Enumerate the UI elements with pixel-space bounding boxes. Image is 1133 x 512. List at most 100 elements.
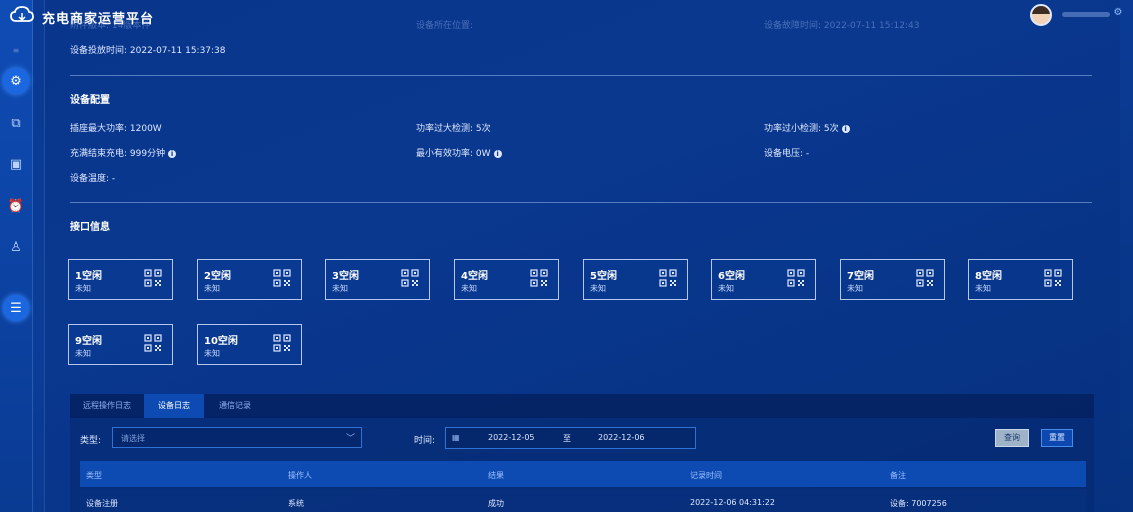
port-name: 2空闲 xyxy=(204,271,231,282)
port-card-5[interactable]: 5空闲未知 xyxy=(583,259,688,300)
config-min-power: 最小有效功率: 0W i xyxy=(416,146,502,159)
port-name: 9空闲 xyxy=(75,336,102,347)
port-status: 未知 xyxy=(204,284,220,293)
qr-code-icon[interactable] xyxy=(659,269,677,287)
port-status: 未知 xyxy=(975,284,991,293)
type-select[interactable]: 请选择 ﹀ xyxy=(112,427,362,448)
faded-location-text: 设备所在位置: xyxy=(416,21,474,31)
image-icon[interactable]: ▣ xyxy=(6,154,26,174)
config-max-power: 插座最大功率: 1200W xyxy=(70,124,162,134)
date-range-picker[interactable]: ▦ 2022-12-05 至 2022-12-06 xyxy=(445,427,696,449)
config-temperature: 设备温度: - xyxy=(70,174,116,184)
config-voltage: 设备电压: - xyxy=(764,149,810,159)
port-name: 1空闲 xyxy=(75,271,102,282)
query-button[interactable]: 查询 xyxy=(995,429,1029,447)
column-header-type: 类型 xyxy=(86,471,102,480)
port-status: 未知 xyxy=(204,349,220,358)
port-status: 未知 xyxy=(75,284,91,293)
menu-toggle-icon[interactable]: ☰ xyxy=(3,295,29,321)
date-separator: 至 xyxy=(563,434,571,443)
log-table-header: 类型 操作人 结果 记录时间 备注 xyxy=(80,461,1086,487)
column-header-operator: 操作人 xyxy=(288,471,312,480)
port-card-8[interactable]: 8空闲未知 xyxy=(968,259,1073,300)
sidebar: ≡ ⚙ ⧉ ▣ ⏰ ♙ ☰ xyxy=(0,0,33,512)
qr-code-icon[interactable] xyxy=(144,269,162,287)
port-name: 8空闲 xyxy=(975,271,1002,282)
column-header-result: 结果 xyxy=(488,471,504,480)
qr-code-icon[interactable] xyxy=(273,269,291,287)
bind-time: 设备投放时间: 2022-07-11 15:37:38 xyxy=(70,43,226,56)
qr-code-icon[interactable] xyxy=(916,269,934,287)
port-status: 未知 xyxy=(332,284,348,293)
qr-code-icon[interactable] xyxy=(787,269,805,287)
port-card-1[interactable]: 1空闲未知 xyxy=(68,259,173,300)
type-select-placeholder: 请选择 xyxy=(121,434,145,443)
port-status: 未知 xyxy=(461,284,477,293)
chevron-down-icon: ﹀ xyxy=(345,434,355,444)
column-header-time: 记录时间 xyxy=(690,471,722,480)
port-name: 3空闲 xyxy=(332,271,359,282)
faded-fault-time-text: 设备故障时间: 2022-07-11 15:12:43 xyxy=(764,21,920,31)
divider-top xyxy=(70,75,1092,76)
bind-time-label: 设备投放时间: xyxy=(70,46,128,56)
config-over-power-text: 功率过大检测: 5次 xyxy=(416,124,491,134)
column-header-remark: 备注 xyxy=(890,471,906,480)
qr-code-icon[interactable] xyxy=(1044,269,1062,287)
port-name: 7空闲 xyxy=(847,271,874,282)
info-tip-icon[interactable]: i xyxy=(168,149,177,158)
config-section-title: 设备配置 xyxy=(70,95,110,106)
port-status: 未知 xyxy=(718,284,734,293)
sidebar-collapsed-label-icon: ≡ xyxy=(12,45,20,55)
topbar: 充电商家运营平台 ⚙ xyxy=(0,0,1133,30)
tab-remote-log[interactable]: 远程操作日志 xyxy=(70,394,144,418)
port-card-4[interactable]: 4空闲未知 xyxy=(454,259,559,300)
port-name: 6空闲 xyxy=(718,271,745,282)
user-settings-icon[interactable]: ⚙ xyxy=(1112,7,1124,19)
port-card-3[interactable]: 3空闲未知 xyxy=(325,259,430,300)
config-over-power: 功率过大检测: 5次 xyxy=(416,121,491,134)
config-full-stop-text: 充满结束充电: 999分钟 xyxy=(70,149,166,159)
port-card-9[interactable]: 9空闲 未知 xyxy=(68,324,173,365)
cloud-logo-icon xyxy=(10,6,34,22)
qr-code-icon[interactable] xyxy=(144,334,162,352)
info-tip-icon[interactable]: i xyxy=(493,149,502,158)
info-tip-icon[interactable]: i xyxy=(841,124,850,133)
port-card-7[interactable]: 7空闲 未知 xyxy=(840,259,945,300)
calendar-icon: ▦ xyxy=(452,433,460,442)
device-settings-icon[interactable]: ⚙ xyxy=(3,68,29,94)
tab-comm-record[interactable]: 通信记录 xyxy=(204,394,266,418)
cell-time: 2022-12-06 04:31:22 xyxy=(690,498,775,507)
qr-code-icon[interactable] xyxy=(530,269,548,287)
user-name-bar[interactable] xyxy=(1062,12,1110,17)
config-under-power: 功率过小检测: 5次 i xyxy=(764,121,850,134)
type-filter-label: 类型: xyxy=(80,436,102,446)
date-end[interactable]: 2022-12-06 xyxy=(598,433,645,442)
time-filter-label: 时间: xyxy=(414,436,436,446)
port-card-6[interactable]: 6空闲未知 xyxy=(711,259,816,300)
port-card-10[interactable]: 10空闲 未知 xyxy=(197,324,302,365)
port-card-2[interactable]: 2空闲未知 xyxy=(197,259,302,300)
date-start[interactable]: 2022-12-05 xyxy=(488,433,535,442)
tab-device-log[interactable]: 设备日志 xyxy=(144,394,204,418)
port-name: 4空闲 xyxy=(461,271,488,282)
network-icon[interactable]: ⧉ xyxy=(6,113,26,133)
qr-code-icon[interactable] xyxy=(401,269,419,287)
config-min-power-text: 最小有效功率: 0W xyxy=(416,149,491,159)
user-icon[interactable]: ♙ xyxy=(6,237,26,257)
bind-time-value: 2022-07-11 15:37:38 xyxy=(129,46,226,56)
divider-mid xyxy=(70,202,1092,203)
port-name: 5空闲 xyxy=(590,271,617,282)
faded-version-text: 附件版本: 14版本件 xyxy=(70,21,151,31)
qr-code-icon[interactable] xyxy=(273,334,291,352)
user-avatar[interactable] xyxy=(1030,4,1052,26)
config-full-stop: 充满结束充电: 999分钟 i xyxy=(70,146,177,159)
port-status: 未知 xyxy=(590,284,606,293)
reset-button[interactable]: 重置 xyxy=(1041,429,1073,447)
cell-remark: 设备: 7007256 xyxy=(890,499,947,508)
ports-section-title: 接口信息 xyxy=(70,222,110,233)
cell-result: 成功 xyxy=(488,499,504,508)
cell-type: 设备注册 xyxy=(86,499,118,508)
config-under-power-text: 功率过小检测: 5次 xyxy=(764,124,839,134)
table-row[interactable]: 设备注册 系统 成功 2022-12-06 04:31:22 设备: 70072… xyxy=(80,489,1086,512)
alarm-icon[interactable]: ⏰ xyxy=(6,196,26,216)
